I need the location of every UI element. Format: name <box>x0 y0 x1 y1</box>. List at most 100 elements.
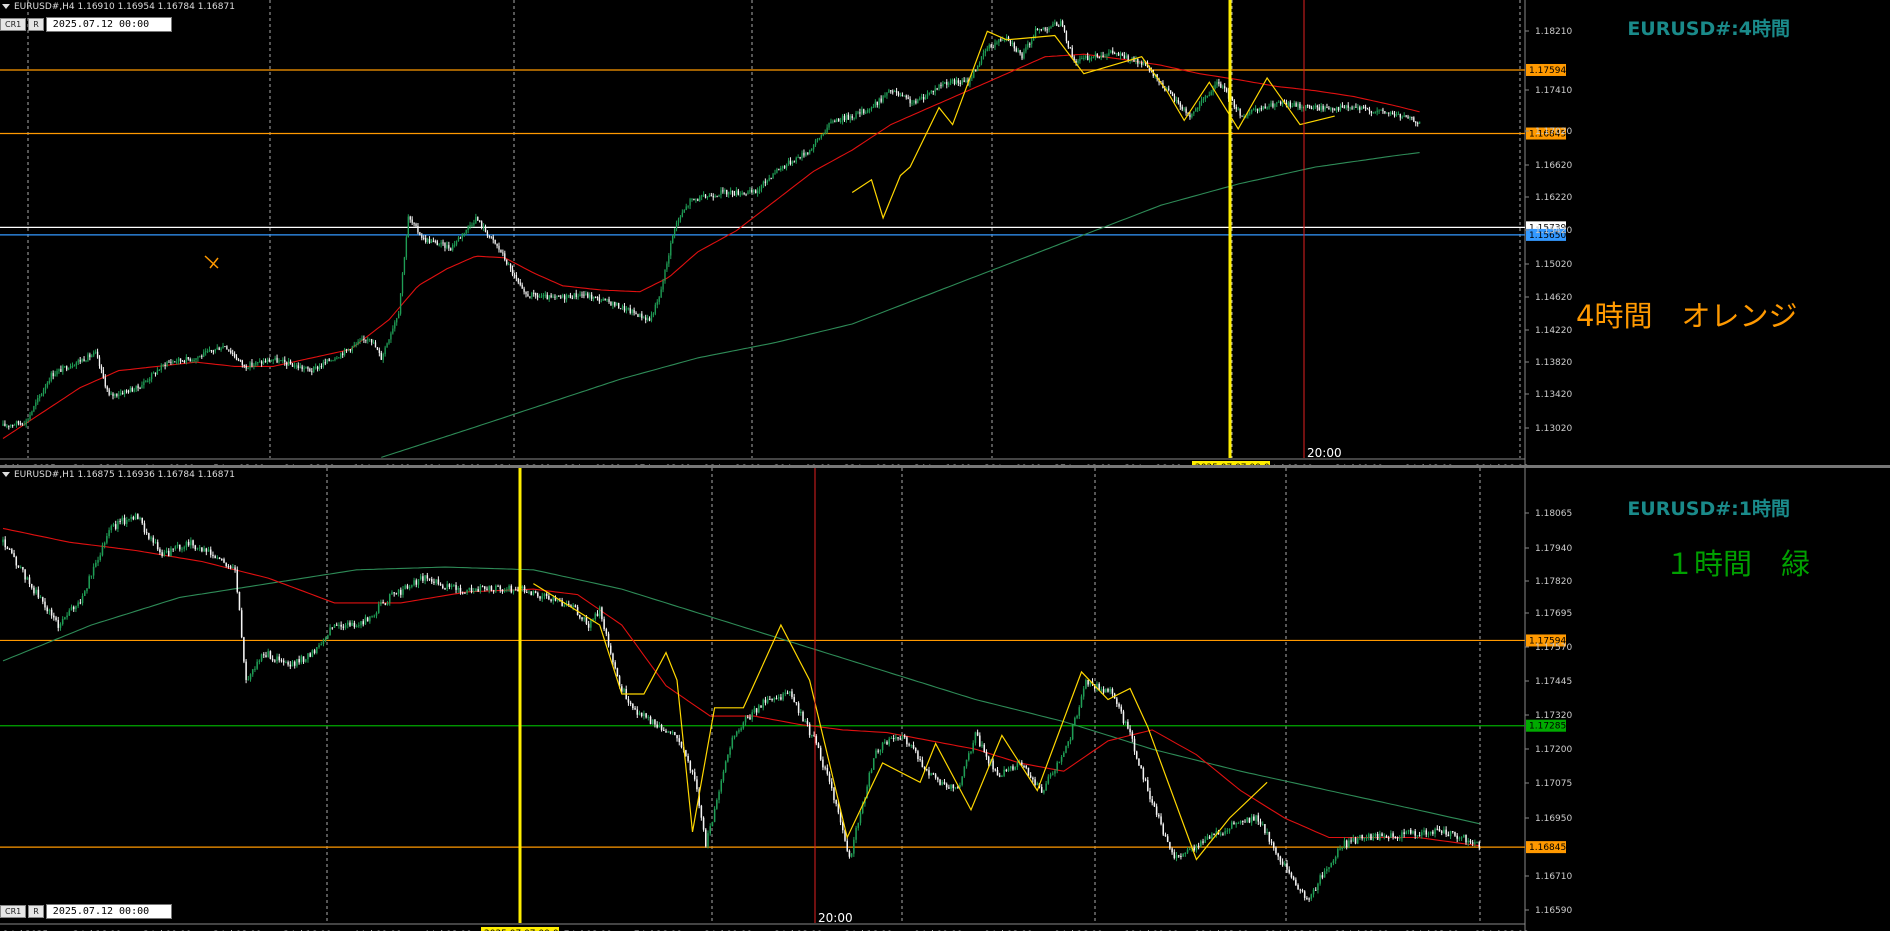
candle-body <box>110 526 113 531</box>
candle-body <box>1175 855 1178 859</box>
candle-body <box>172 361 174 363</box>
h1-chart-svg[interactable]: 1.175941.172851.168451.180651.179401.178… <box>0 468 1890 931</box>
r-button[interactable]: R <box>28 18 44 31</box>
candle-body <box>598 607 601 617</box>
candle-body <box>623 306 626 311</box>
candle-body <box>287 662 289 665</box>
candle-body <box>979 735 981 747</box>
candle-body <box>938 84 940 89</box>
price-tick-label: 1.16950 <box>1535 814 1572 824</box>
candle-body <box>548 295 550 300</box>
candle-body <box>226 346 228 350</box>
datetime-input[interactable]: 2025.07.12 00:00 <box>45 17 172 32</box>
candle-body <box>1108 52 1110 56</box>
candle-body <box>467 226 469 230</box>
h4-chart-pane[interactable]: 1.17594 1.16845 1.15739 1.15650 1.18210 1.174… <box>0 0 1890 465</box>
candle-body <box>598 297 601 302</box>
candle-body <box>285 662 287 664</box>
collapse-triangle-icon[interactable] <box>2 472 10 477</box>
candle-body <box>1027 767 1030 776</box>
collapse-triangle-icon[interactable] <box>2 4 10 9</box>
candle-body <box>375 612 378 616</box>
candle-body <box>649 716 652 725</box>
candle-body <box>926 93 929 98</box>
candle-body <box>207 549 210 552</box>
candle-body <box>174 546 177 550</box>
candle-body <box>784 692 787 694</box>
candle-body <box>897 737 899 739</box>
candle-body <box>1166 836 1169 843</box>
candle-body <box>167 550 170 557</box>
candle-body <box>46 607 48 612</box>
candle-body <box>814 140 817 146</box>
candle-body <box>1264 106 1266 109</box>
candle-body <box>475 216 477 223</box>
h1-chart-pane[interactable]: 1.17594 1.17285 1.16845 1.18065 1.17940 1.178… <box>0 468 1890 931</box>
candle-body <box>411 219 413 223</box>
candle-body <box>1102 55 1104 58</box>
candle-body <box>581 617 583 620</box>
candle-body <box>994 769 997 771</box>
price-tick-label: 1.16710 <box>1535 872 1572 882</box>
candle-body <box>121 392 124 395</box>
datetime-input[interactable]: 2025.07.12 00:00 <box>45 904 172 919</box>
candle-body <box>1231 97 1234 101</box>
cr1-button[interactable]: CR1 <box>0 18 27 31</box>
candle-body <box>788 691 791 694</box>
candle-body <box>305 367 307 369</box>
candle-body <box>57 619 60 628</box>
candle-body <box>729 747 731 755</box>
candle-body <box>357 341 359 345</box>
candle-body <box>301 366 303 370</box>
candle-body <box>282 660 285 663</box>
candle-body <box>872 107 875 109</box>
candle-body <box>237 359 240 361</box>
candle-body <box>114 393 116 396</box>
cr1-button[interactable]: CR1 <box>0 905 27 918</box>
candle-body <box>1012 766 1014 770</box>
candle-body <box>1216 81 1218 85</box>
candle-body <box>66 366 68 370</box>
candle-body <box>996 42 998 44</box>
candle-body <box>1239 820 1242 824</box>
candle-body <box>1048 28 1050 30</box>
candle-body <box>1036 783 1039 785</box>
candle-body <box>1147 780 1149 791</box>
candle-body <box>168 361 170 363</box>
candle-body <box>44 601 46 608</box>
candle-body <box>282 359 284 361</box>
candle-body <box>893 91 896 93</box>
candle-body <box>636 709 639 715</box>
candle-body <box>187 356 189 360</box>
candle-body <box>216 557 219 559</box>
candle-body <box>590 294 593 299</box>
candle-body <box>338 357 340 359</box>
candle-body <box>1235 107 1237 109</box>
candle-body <box>347 349 350 351</box>
candle-body <box>596 613 599 617</box>
candle-body <box>764 181 767 183</box>
candle-body <box>110 393 112 395</box>
candle-body <box>718 195 720 197</box>
level-price-label: 1.17285 <box>1529 722 1566 732</box>
r-button[interactable]: R <box>28 905 44 918</box>
candle-body <box>150 373 153 380</box>
candle-body <box>1074 717 1076 725</box>
candle-body <box>1023 51 1025 59</box>
candle-body <box>245 661 247 680</box>
candle-body <box>499 586 502 590</box>
candle-body <box>982 52 985 57</box>
candle-body <box>1051 773 1054 775</box>
zigzag-line <box>533 583 1268 861</box>
candle-body <box>307 653 309 660</box>
candle-body <box>411 585 413 587</box>
h4-chart-svg[interactable]: 1.175941.168451.157391.156501.182101.174… <box>0 0 1890 465</box>
candle-body <box>563 605 566 607</box>
candle-body <box>716 799 718 809</box>
candle-body <box>855 112 857 118</box>
candle-body <box>233 353 236 357</box>
candle-body <box>494 239 496 244</box>
candle-body <box>953 79 956 84</box>
candle-body <box>737 190 740 195</box>
price-tick-label: 1.17075 <box>1535 779 1572 789</box>
